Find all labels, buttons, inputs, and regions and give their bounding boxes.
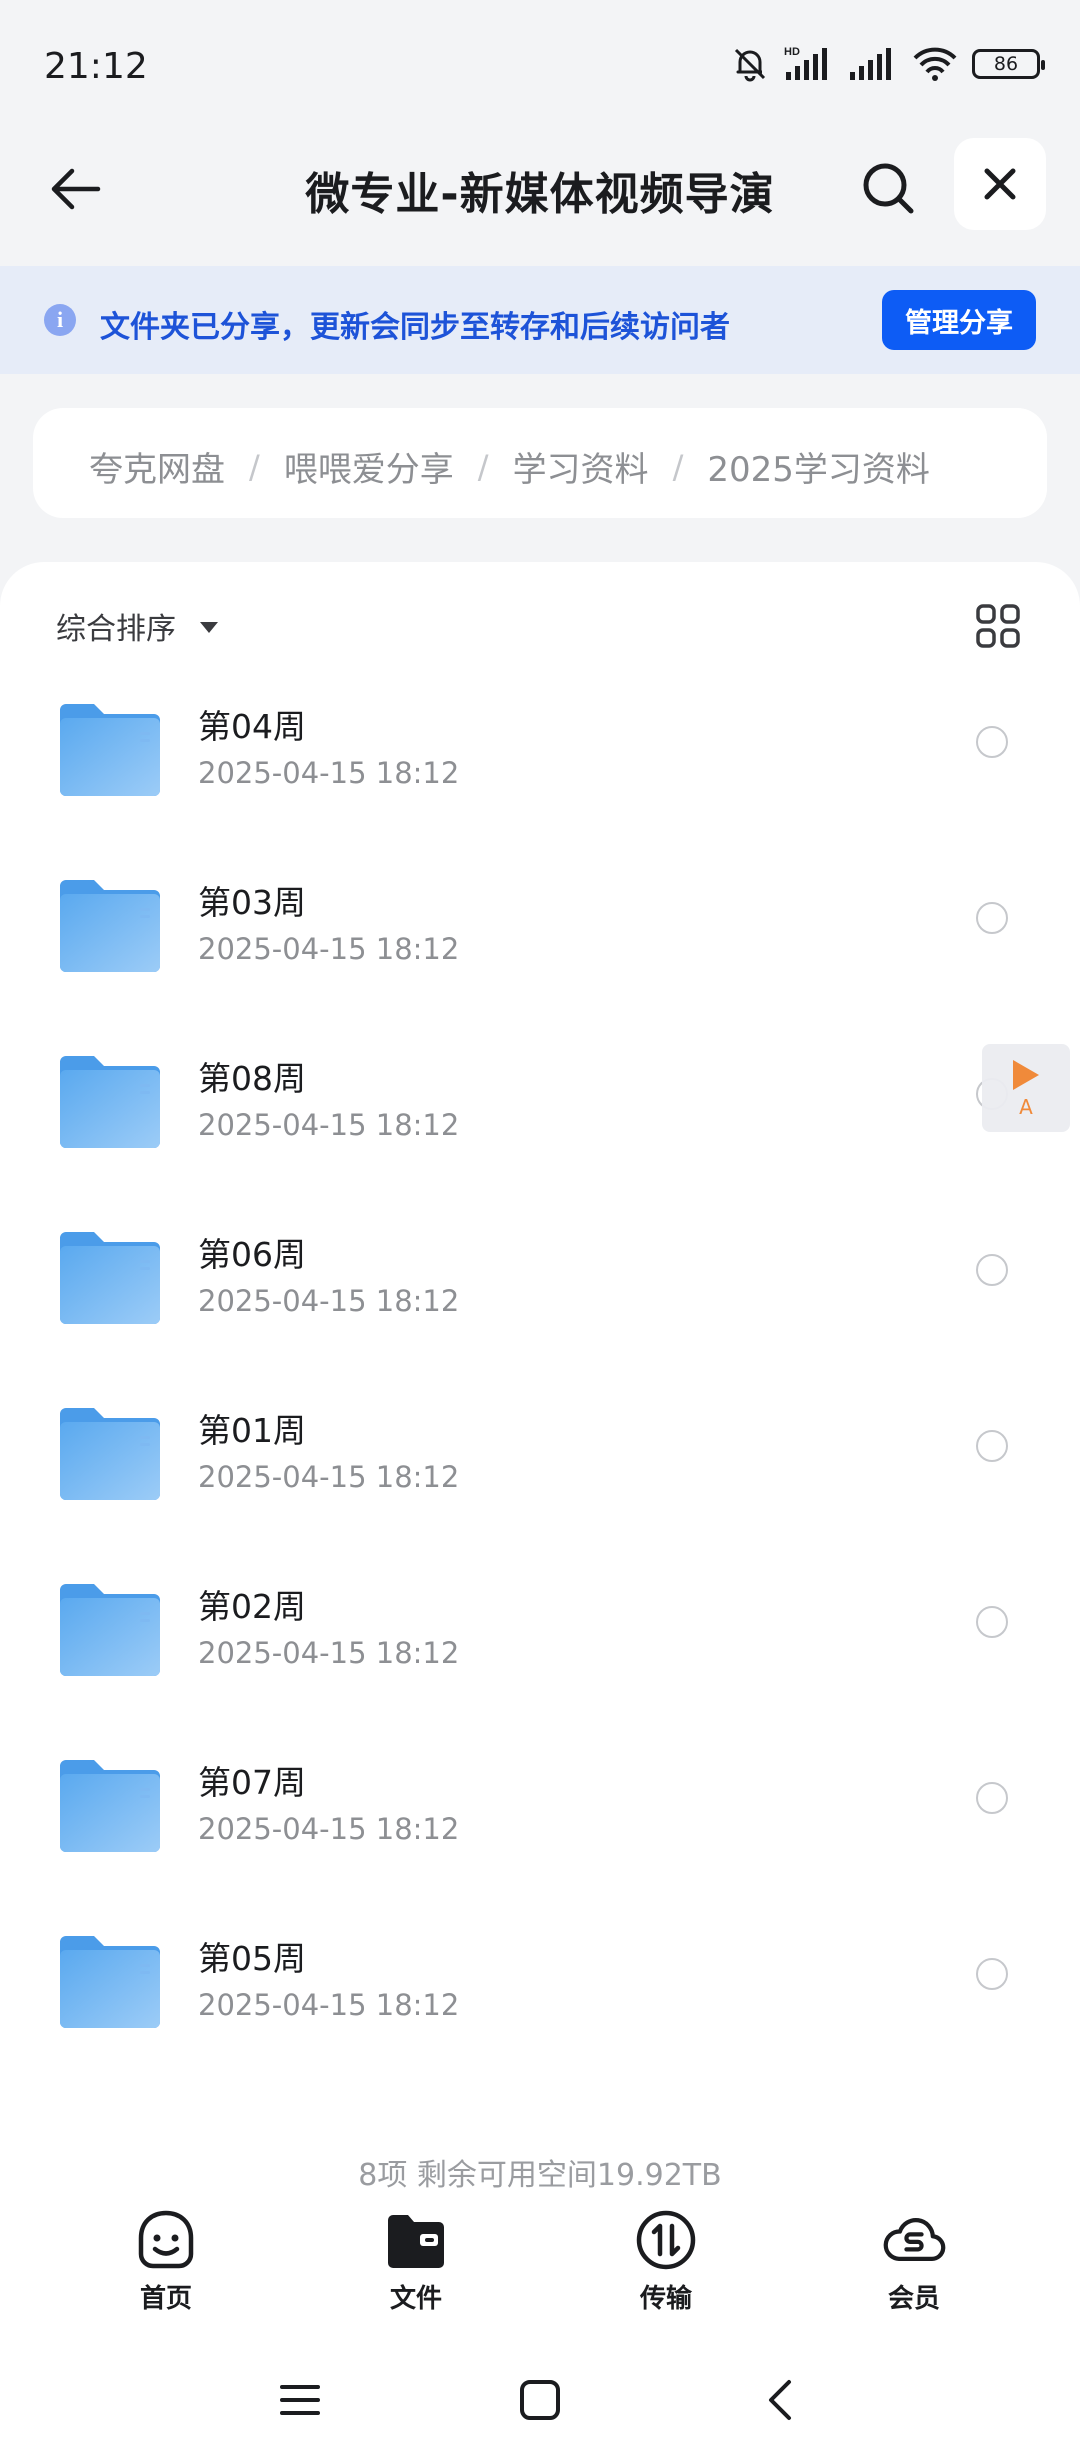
file-name: 第06周: [198, 1235, 306, 1274]
file-row[interactable]: 第06周 2025-04-15 18:12: [0, 1180, 1080, 1356]
header: 微专业-新媒体视频导演: [0, 130, 1080, 266]
folder-icon: [60, 1760, 160, 1852]
sort-dropdown[interactable]: 综合排序: [56, 604, 218, 648]
transfer-icon: [634, 2208, 698, 2272]
file-row[interactable]: 第08周 2025-04-15 18:12: [0, 1004, 1080, 1180]
file-row[interactable]: 第05周 2025-04-15 18:12: [0, 1884, 1080, 2060]
file-row[interactable]: 第02周 2025-04-15 18:12: [0, 1532, 1080, 1708]
file-name: 第05周: [198, 1939, 306, 1978]
breadcrumb-item-root[interactable]: 夸克网盘: [89, 442, 225, 491]
select-radio[interactable]: [976, 726, 1008, 758]
sort-label: 综合排序: [56, 612, 176, 647]
search-button[interactable]: [852, 152, 924, 224]
menu-icon: [280, 2385, 320, 2415]
file-name: 第02周: [198, 1587, 306, 1626]
grid-view-button[interactable]: [970, 598, 1026, 654]
chevron-left-icon: [769, 2380, 791, 2420]
tab-files[interactable]: 文件: [356, 2208, 476, 2315]
select-radio[interactable]: [976, 1430, 1008, 1462]
floating-player-button[interactable]: A: [982, 1044, 1070, 1132]
floating-player-label: A: [1019, 1095, 1033, 1119]
cloud-member-icon: [882, 2208, 946, 2272]
storage-summary: 8项 剩余可用空间19.92TB: [358, 2158, 722, 2193]
select-radio[interactable]: [976, 1958, 1008, 1990]
folder-icon: [60, 1584, 160, 1676]
folder-icon: [384, 2208, 448, 2272]
tab-home-label: 首页: [139, 2284, 192, 2314]
hd-label: HD: [784, 46, 800, 58]
breadcrumb: 夸克网盘 / 喂喂爱分享 / 学习资料 / 2025学习资料: [33, 408, 1047, 518]
folder-icon: [60, 1056, 160, 1148]
tab-transfer-label: 传输: [639, 2284, 692, 2314]
file-name: 第07周: [198, 1763, 306, 1802]
share-banner: i 文件夹已分享，更新会同步至转存和后续访问者 管理分享: [0, 266, 1080, 374]
close-button[interactable]: [954, 138, 1046, 230]
tab-transfer[interactable]: 传输: [606, 2208, 726, 2315]
file-date: 2025-04-15 18:12: [198, 756, 460, 790]
file-date: 2025-04-15 18:12: [198, 1636, 460, 1670]
play-icon: [1013, 1060, 1039, 1090]
close-icon: [984, 168, 1016, 200]
tab-files-label: 文件: [389, 2284, 442, 2314]
file-name: 第03周: [198, 883, 306, 922]
breadcrumb-separator: /: [672, 447, 684, 486]
folder-icon: [60, 704, 160, 796]
breadcrumb-item-study[interactable]: 学习资料: [513, 442, 649, 491]
file-row[interactable]: 第03周 2025-04-15 18:12: [0, 828, 1080, 1004]
file-date: 2025-04-15 18:12: [198, 932, 460, 966]
select-radio[interactable]: [976, 1782, 1008, 1814]
breadcrumb-item-2025[interactable]: 2025学习资料: [707, 442, 930, 491]
share-banner-text: 文件夹已分享，更新会同步至转存和后续访问者: [100, 310, 730, 345]
file-date: 2025-04-15 18:12: [198, 1812, 460, 1846]
mute-bell-icon: [734, 48, 766, 82]
file-name: 第01周: [198, 1411, 306, 1450]
file-date: 2025-04-15 18:12: [198, 1460, 460, 1494]
status-bar: 21:12 HD 86: [0, 0, 1080, 130]
breadcrumb-trail: 夸克网盘 / 喂喂爱分享 / 学习资料 / 2025学习资料: [89, 442, 930, 491]
caret-down-icon: [200, 621, 218, 633]
nav-back-button[interactable]: [740, 2360, 820, 2440]
file-name: 第04周: [198, 707, 306, 746]
folder-icon: [60, 880, 160, 972]
wifi-icon: [913, 47, 957, 81]
file-row[interactable]: 第04周 2025-04-15 18:12: [0, 652, 1080, 828]
file-row[interactable]: 第01周 2025-04-15 18:12: [0, 1356, 1080, 1532]
system-nav-bar: [0, 2340, 1080, 2460]
tab-member[interactable]: 会员: [854, 2208, 974, 2315]
info-icon: i: [44, 304, 76, 336]
square-home-icon: [520, 2380, 560, 2420]
file-row[interactable]: 第07周 2025-04-15 18:12: [0, 1708, 1080, 1884]
folder-icon: [60, 1936, 160, 2028]
battery-indicator: 86: [972, 49, 1045, 79]
file-date: 2025-04-15 18:12: [198, 1108, 460, 1142]
grid-view-icon: [976, 604, 1020, 648]
smile-face-icon: [134, 2208, 198, 2272]
tab-home[interactable]: 首页: [106, 2208, 226, 2315]
file-date: 2025-04-15 18:12: [198, 1284, 460, 1318]
search-icon: [863, 163, 914, 214]
signal-icon: [850, 48, 891, 80]
select-radio[interactable]: [976, 902, 1008, 934]
folder-icon: [60, 1408, 160, 1500]
select-radio[interactable]: [976, 1606, 1008, 1638]
select-radio[interactable]: [976, 1254, 1008, 1286]
status-time: 21:12: [44, 46, 148, 87]
file-name: 第08周: [198, 1059, 306, 1098]
breadcrumb-separator: /: [477, 447, 489, 486]
nav-menu-button[interactable]: [260, 2360, 340, 2440]
manage-share-button[interactable]: 管理分享: [882, 290, 1036, 350]
breadcrumb-fade: [977, 408, 1047, 518]
file-date: 2025-04-15 18:12: [198, 1988, 460, 2022]
bottom-tab-bar: 首页 文件 传输 会员: [0, 2200, 1080, 2320]
status-icons: HD 86: [730, 44, 1045, 84]
breadcrumb-separator: /: [249, 447, 260, 486]
nav-home-button[interactable]: [500, 2360, 580, 2440]
signal-hd-icon: HD: [784, 46, 827, 80]
folder-icon: [60, 1232, 160, 1324]
tab-member-label: 会员: [887, 2284, 940, 2314]
breadcrumb-item-share[interactable]: 喂喂爱分享: [284, 442, 454, 491]
